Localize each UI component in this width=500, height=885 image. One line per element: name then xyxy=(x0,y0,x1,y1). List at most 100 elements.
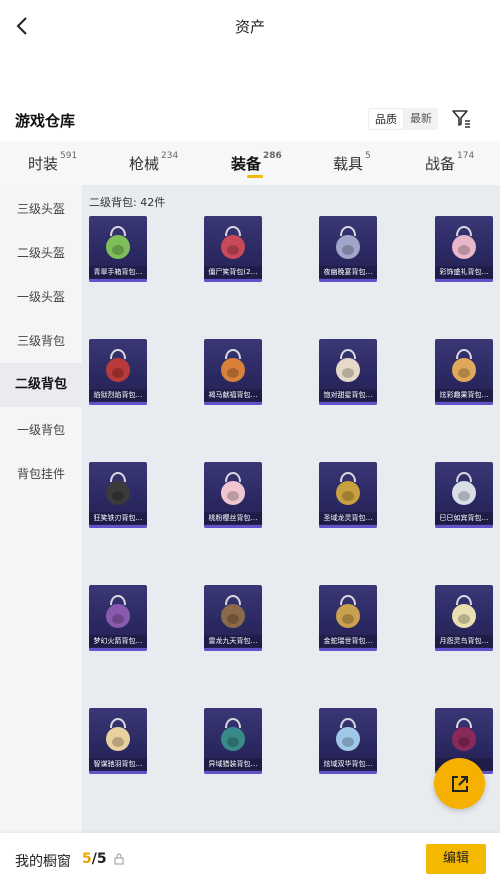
sidebar-item-level2-helmet[interactable]: 二级头盔 xyxy=(0,231,82,275)
category-tabs: 时装 591 枪械 234 装备 286 载具 5 战备 174 xyxy=(0,141,500,185)
green-backpack-icon xyxy=(106,226,130,259)
dark-backpack-icon xyxy=(221,226,245,259)
item-name: 智谋驰羽背包… xyxy=(89,758,147,770)
rarity-stripe xyxy=(435,648,493,651)
sidebar-item-level3-backpack[interactable]: 三级背包 xyxy=(0,319,82,363)
rarity-stripe xyxy=(204,648,262,651)
sort-quality-option[interactable]: 品质 xyxy=(368,108,404,130)
rarity-stripe xyxy=(319,402,377,405)
item-name: 焰狱烈焰背包… xyxy=(89,389,147,401)
item-name: 褐马献福背包… xyxy=(204,389,262,401)
item-name: 狂笑铁刃背包… xyxy=(89,512,147,524)
sidebar-item-level2-backpack[interactable]: 二级背包 xyxy=(0,363,82,407)
share-button[interactable] xyxy=(434,758,485,809)
rarity-stripe xyxy=(89,402,147,405)
backpack-item-card[interactable]: 彩饰盛礼背包… xyxy=(435,216,493,282)
moon-backpack-icon xyxy=(452,595,476,628)
item-name: 梦幻火箭背包… xyxy=(89,635,147,647)
item-name: 巳巳如宾背包… xyxy=(435,512,493,524)
crimson-backpack-icon xyxy=(452,718,476,751)
sidebar-item-level3-helmet[interactable]: 三级头盔 xyxy=(0,187,82,231)
rarity-stripe xyxy=(319,648,377,651)
sort-toggle: 品质 最新 xyxy=(368,108,438,130)
item-name: 月怨灵鸟背包… xyxy=(435,635,493,647)
night-backpack-icon xyxy=(336,226,360,259)
item-name: 饱对甜星背包… xyxy=(319,389,377,401)
tab-equipment[interactable]: 装备 286 xyxy=(231,151,282,174)
top-bar: 资产 xyxy=(0,0,500,52)
filter-icon[interactable] xyxy=(450,107,472,129)
rarity-stripe xyxy=(435,279,493,282)
rarity-stripe xyxy=(204,525,262,528)
item-name: 夜幽晚宴背包… xyxy=(319,266,377,278)
backpack-item-card[interactable]: 梦幻火箭背包… xyxy=(89,585,147,651)
ring-backpack-icon xyxy=(452,349,476,382)
item-name: 青翠手箱背包… xyxy=(89,266,147,278)
backpack-item-card[interactable]: 焰狱烈焰背包… xyxy=(89,339,147,405)
cup-backpack-icon xyxy=(336,349,360,382)
rarity-stripe xyxy=(319,525,377,528)
bottom-bar: 我的橱窗 5/5 编辑 xyxy=(0,833,500,885)
item-name: 圣域龙灵背包… xyxy=(319,512,377,524)
heart-backpack-icon xyxy=(336,718,360,751)
backpack-item-card[interactable]: 青翠手箱背包… xyxy=(89,216,147,282)
sort-latest-option[interactable]: 最新 xyxy=(404,108,438,130)
backpack-item-card[interactable]: 雷龙九天背包… xyxy=(204,585,262,651)
backpack-item-card[interactable]: 褐马献福背包… xyxy=(204,339,262,405)
item-name: 金蛇瑞世背包… xyxy=(319,635,377,647)
backpack-item-card[interactable]: 夜幽晚宴背包… xyxy=(319,216,377,282)
backpack-item-card[interactable]: 炫域双华背包… xyxy=(319,708,377,774)
item-name: 彩饰盛礼背包… xyxy=(435,266,493,278)
edit-button[interactable]: 编辑 xyxy=(426,844,486,874)
showcase-label: 我的橱窗 xyxy=(15,854,71,870)
backpack-item-card[interactable]: 月怨灵鸟背包… xyxy=(435,585,493,651)
bronze-backpack-icon xyxy=(221,595,245,628)
rarity-stripe xyxy=(89,648,147,651)
bunny-backpack-icon xyxy=(221,472,245,505)
backpack-item-card[interactable]: 智谋驰羽背包… xyxy=(89,708,147,774)
tab-fashion[interactable]: 时装 591 xyxy=(28,151,77,174)
lock-icon xyxy=(114,853,124,865)
page-title: 资产 xyxy=(234,18,265,36)
red-backpack-icon xyxy=(106,349,130,382)
rarity-stripe xyxy=(89,771,147,774)
item-name: 异域猎装背包… xyxy=(204,758,262,770)
warehouse-title: 游戏仓库 xyxy=(15,112,76,130)
item-name: 炫彩趣果背包… xyxy=(435,389,493,401)
rarity-stripe xyxy=(435,525,493,528)
backpack-item-card[interactable]: 狂笑铁刃背包… xyxy=(89,462,147,528)
item-count-label: 二级背包: 42件 xyxy=(89,196,166,209)
rarity-stripe xyxy=(204,771,262,774)
tab-guns[interactable]: 枪械 234 xyxy=(129,151,178,174)
active-tab-indicator xyxy=(247,175,263,178)
rarity-stripe xyxy=(204,279,262,282)
tab-supplies[interactable]: 战备 174 xyxy=(425,151,474,174)
rarity-stripe xyxy=(89,279,147,282)
share-icon xyxy=(451,775,468,792)
sidebar-item-level1-helmet[interactable]: 一级头盔 xyxy=(0,275,82,319)
backpack-item-card[interactable]: 圣域龙灵背包… xyxy=(319,462,377,528)
pink-backpack-icon xyxy=(452,226,476,259)
showcase-count: 5/5 xyxy=(82,851,107,867)
sidebar-item-level1-backpack[interactable]: 一级背包 xyxy=(0,408,82,452)
orange-backpack-icon xyxy=(221,349,245,382)
tab-vehicles[interactable]: 载具 5 xyxy=(333,151,371,174)
backpack-item-card[interactable]: 僵尸笑背包(2… xyxy=(204,216,262,282)
backpack-item-card[interactable]: 桃粉樱丝背包… xyxy=(204,462,262,528)
backpack-item-card[interactable]: 异域猎装背包… xyxy=(204,708,262,774)
cat-backpack-icon xyxy=(106,718,130,751)
rarity-stripe xyxy=(435,402,493,405)
gold-backpack-icon xyxy=(336,472,360,505)
item-name: 炫域双华背包… xyxy=(319,758,377,770)
backpack-item-card[interactable]: 金蛇瑞世背包… xyxy=(319,585,377,651)
backpack-item-card[interactable]: 巳巳如宾背包… xyxy=(435,462,493,528)
item-name: 僵尸笑背包(2… xyxy=(204,266,262,278)
purple-backpack-icon xyxy=(106,595,130,628)
backpack-item-card[interactable]: 炫彩趣果背包… xyxy=(435,339,493,405)
sidebar-item-backpack-charm[interactable]: 背包挂件 xyxy=(0,452,82,496)
teal-backpack-icon xyxy=(221,718,245,751)
item-name: 桃粉樱丝背包… xyxy=(204,512,262,524)
gold-snake-backpack-icon xyxy=(336,595,360,628)
backpack-item-card[interactable]: 饱对甜星背包… xyxy=(319,339,377,405)
skull-backpack-icon xyxy=(106,472,130,505)
